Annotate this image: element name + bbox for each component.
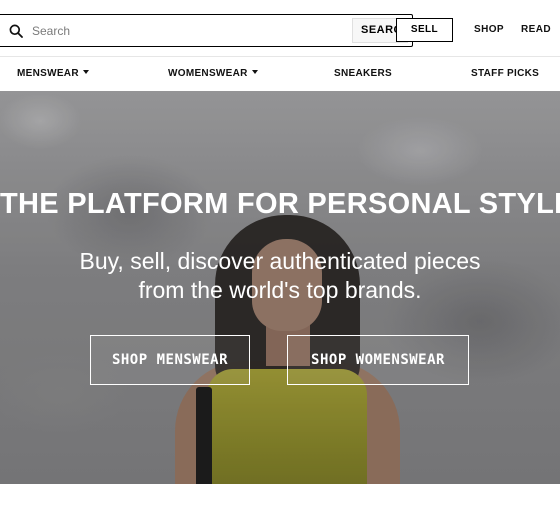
search-input[interactable] — [32, 21, 342, 41]
search-icon — [9, 24, 23, 38]
nav-staff-picks-label: STAFF PICKS — [471, 68, 540, 79]
site-header: SEARCH SELL SHOP READ — [0, 0, 560, 57]
nav-staff-picks[interactable]: STAFF PICKS — [471, 68, 539, 79]
caret-down-icon — [82, 70, 89, 74]
hero-banner: THE PLATFORM FOR PERSONAL STYLE Buy, sel… — [0, 91, 560, 484]
nav-womenswear-label: WOMENSWEAR — [168, 68, 248, 79]
hero-subtitle: Buy, sell, discover authenticated pieces… — [0, 247, 560, 305]
hero-subtitle-line-2: from the world's top brands. — [138, 277, 422, 303]
nav-sneakers[interactable]: SNEAKERS — [334, 68, 392, 79]
nav-menswear-label: MENSWEAR — [17, 68, 79, 79]
shop-link[interactable]: SHOP — [474, 24, 504, 35]
read-link[interactable]: READ — [521, 24, 551, 35]
category-nav: MENSWEAR WOMENSWEAR SNEAKERS STAFF PICKS — [0, 57, 560, 91]
sell-button[interactable]: SELL — [396, 18, 453, 42]
caret-down-icon — [251, 70, 258, 74]
nav-menswear[interactable]: MENSWEAR — [17, 68, 89, 79]
shop-menswear-button[interactable]: SHOP MENSWEAR — [90, 335, 250, 385]
hero-title: THE PLATFORM FOR PERSONAL STYLE — [0, 188, 560, 220]
search-bar: SEARCH — [0, 14, 413, 47]
nav-womenswear[interactable]: WOMENSWEAR — [168, 68, 258, 79]
shop-womenswear-button[interactable]: SHOP WOMENSWEAR — [287, 335, 469, 385]
hero-subtitle-line-1: Buy, sell, discover authenticated pieces — [79, 248, 481, 274]
nav-sneakers-label: SNEAKERS — [334, 68, 392, 79]
